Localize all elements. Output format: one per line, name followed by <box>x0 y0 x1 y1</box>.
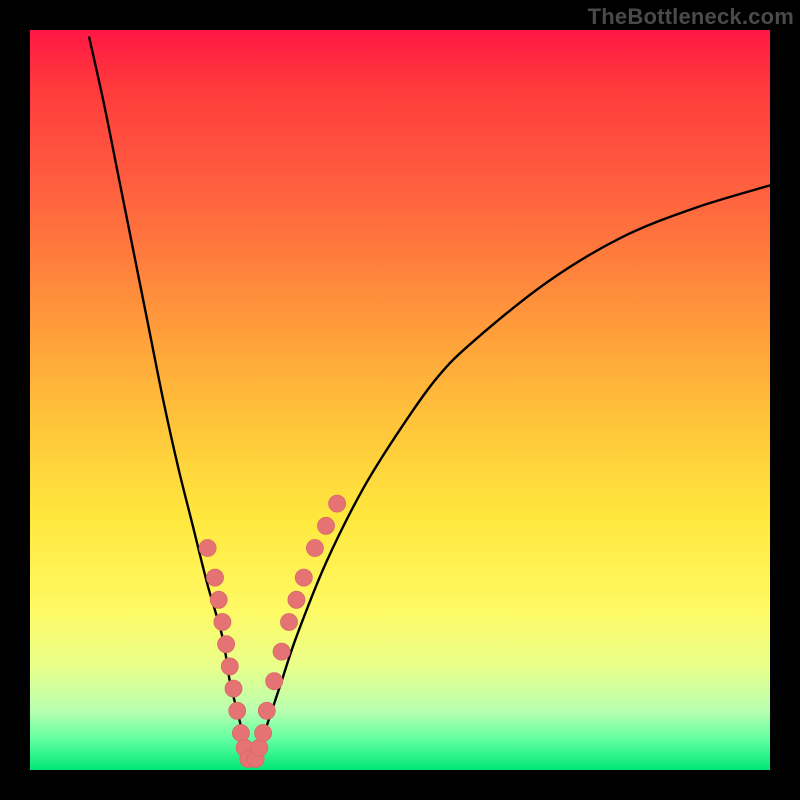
data-point-marker <box>199 540 216 557</box>
data-point-marker <box>273 643 290 660</box>
data-point-marker <box>221 658 238 675</box>
data-point-marker <box>251 739 268 756</box>
data-point-marker <box>258 702 275 719</box>
data-point-marker <box>266 673 283 690</box>
data-point-marker <box>225 680 242 697</box>
data-point-marker <box>232 725 249 742</box>
curve-right-branch <box>252 185 770 762</box>
plot-area <box>30 30 770 770</box>
data-point-marker <box>207 569 224 586</box>
data-point-marker <box>218 636 235 653</box>
data-point-marker <box>229 702 246 719</box>
data-point-marker <box>288 591 305 608</box>
data-point-marker <box>329 495 346 512</box>
data-point-marker <box>214 614 231 631</box>
data-point-marker <box>281 614 298 631</box>
curve-left-branch <box>89 37 252 762</box>
data-point-marker <box>255 725 272 742</box>
data-point-marker <box>318 517 335 534</box>
data-point-marker <box>295 569 312 586</box>
watermark-label: TheBottleneck.com <box>588 4 794 30</box>
chart-stage: TheBottleneck.com <box>0 0 800 800</box>
data-point-marker <box>210 591 227 608</box>
curve-layer <box>30 30 770 770</box>
data-point-marker <box>306 540 323 557</box>
